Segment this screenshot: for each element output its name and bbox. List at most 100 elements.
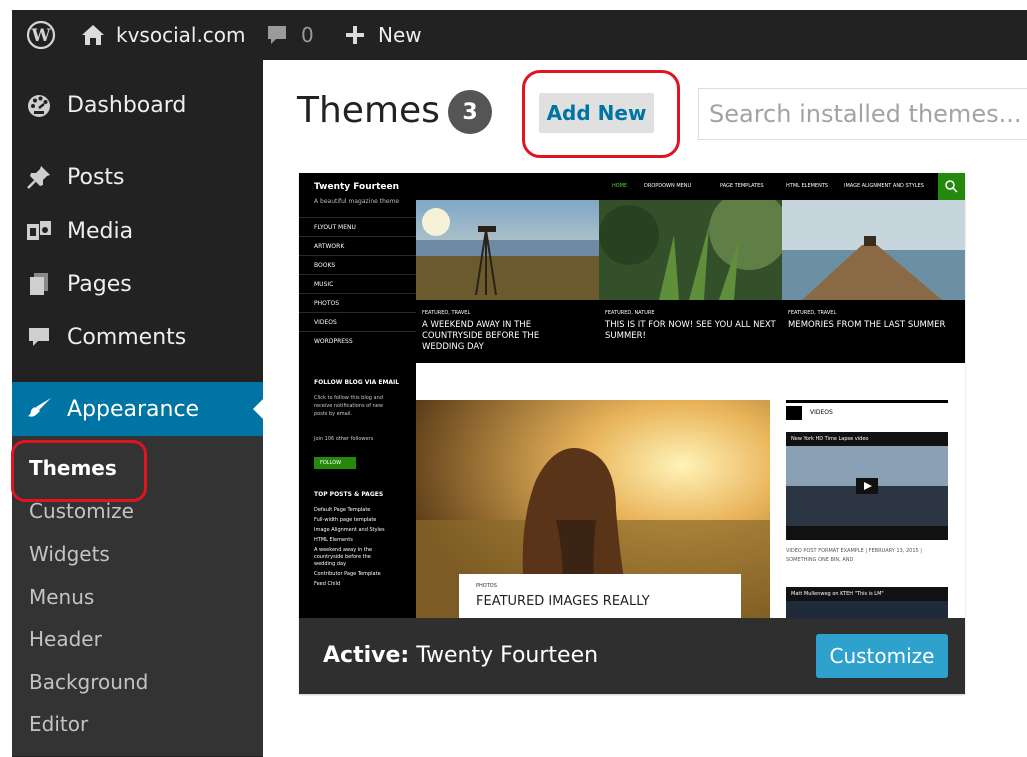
preview-top-post: Full-width page template — [314, 517, 377, 523]
preview-caption-title: WEDDING DAY — [422, 342, 484, 352]
active-theme-name: Twenty Fourteen — [416, 643, 599, 668]
preview-featured-image-pier — [782, 200, 965, 300]
menu-item-posts[interactable]: Posts — [12, 152, 263, 202]
submenu-item-menus[interactable]: Menus — [29, 585, 94, 609]
preview-top-post: countryside before the — [314, 554, 371, 560]
preview-caption-title: SUMMER! — [605, 331, 646, 341]
preview-side-nav-item: PHOTOS — [314, 300, 340, 307]
menu-label-pages: Pages — [67, 271, 132, 297]
preview-nav-divider — [299, 293, 416, 294]
wordpress-logo-icon[interactable]: W — [26, 10, 56, 60]
preview-feature-category: PHOTOS — [476, 583, 497, 589]
preview-videos-label: VIDEOS — [810, 409, 833, 416]
preview-top-post: HTML Elements — [314, 537, 353, 543]
preview-video-meta: VIDEO POST FORMAT EXAMPLE | FEBRUARY 13,… — [786, 548, 922, 554]
active-prefix: Active: — [323, 643, 410, 668]
preview-top-posts-heading: TOP POSTS & PAGES — [314, 491, 384, 498]
preview-follow-text: receive notifications of new — [314, 403, 383, 409]
submenu-item-themes[interactable]: Themes — [29, 456, 117, 480]
preview-feature-card: PHOTOS FEATURED IMAGES REALLY — [459, 574, 741, 618]
menu-item-pages[interactable]: Pages — [12, 259, 263, 309]
preview-caption-category: FEATURED, TRAVEL — [788, 310, 837, 316]
submenu-item-background[interactable]: Background — [29, 670, 148, 694]
pushpin-icon — [24, 162, 54, 192]
menu-item-media[interactable]: Media — [12, 206, 263, 256]
preview-nav-divider — [299, 331, 416, 332]
new-label: New — [378, 23, 422, 47]
media-icon — [24, 216, 54, 246]
theme-screenshot[interactable]: Twenty Fourteen A beautiful magazine the… — [299, 173, 965, 618]
preview-follow-text: Click to follow this blog and — [314, 395, 383, 401]
preview-top-nav-item: HOME — [612, 183, 628, 189]
preview-videos-heading: VIDEOS — [786, 400, 948, 424]
svg-text:W: W — [30, 26, 51, 46]
preview-side-nav-item: VIDEOS — [314, 319, 337, 326]
preview-nav-divider — [299, 255, 416, 256]
preview-caption-title: COUNTRYSIDE BEFORE THE — [422, 331, 540, 341]
admin-bar: W kvsocial.com 0 New — [12, 10, 1027, 60]
preview-side-nav-item: ARTWORK — [314, 243, 345, 250]
page-title: Themes — [297, 90, 440, 131]
dashboard-gauge-icon — [24, 90, 54, 120]
submenu-item-widgets[interactable]: Widgets — [29, 542, 110, 566]
site-link[interactable]: kvsocial.com — [80, 10, 246, 60]
preview-caption-title: A WEEKEND AWAY IN THE — [422, 320, 532, 330]
preview-caption-title: MEMORIES FROM THE LAST SUMMER — [788, 320, 946, 330]
comments-count: 0 — [301, 23, 314, 47]
admin-sidebar: Dashboard Posts Media Pages Comments App… — [12, 60, 263, 757]
theme-count-badge: 3 — [448, 90, 492, 134]
preview-feature-title: FEATURED IMAGES REALLY — [476, 594, 650, 609]
customize-button[interactable]: Customize — [816, 634, 948, 678]
preview-followers: Join 106 other followers — [314, 436, 374, 442]
preview-top-nav: HOME DROPDOWN MENU PAGE TEMPLATES HTML E… — [416, 173, 965, 200]
paintbrush-icon — [24, 394, 54, 424]
preview-top-post: wedding day — [314, 561, 347, 567]
preview-nav-divider — [299, 312, 416, 313]
preview-top-post: Image Alignment and Styles — [314, 527, 385, 533]
menu-item-dashboard[interactable]: Dashboard — [12, 80, 263, 130]
preview-side-nav-item: FLYOUT MENU — [314, 224, 356, 231]
preview-site-title: Twenty Fourteen — [314, 182, 400, 192]
menu-item-comments[interactable]: Comments — [12, 312, 263, 362]
menu-label-media: Media — [67, 218, 134, 244]
comment-bubble-icon — [24, 322, 54, 352]
menu-item-appearance[interactable]: Appearance — [12, 382, 263, 436]
pages-icon — [24, 269, 54, 299]
active-theme-label: Active: Twenty Fourteen — [323, 643, 598, 668]
submenu-item-customize[interactable]: Customize — [29, 499, 134, 523]
menu-label-comments: Comments — [67, 324, 187, 350]
preview-nav-divider — [299, 217, 416, 218]
preview-side-nav-item: MUSIC — [314, 281, 334, 288]
preview-top-post: Contributor Page Template — [314, 571, 381, 577]
new-content-link[interactable]: New — [344, 10, 422, 60]
plus-icon — [344, 24, 366, 46]
preview-nav-divider — [299, 274, 416, 275]
preview-follow-label: FOLLOW — [320, 460, 342, 466]
appearance-submenu: Themes Customize Widgets Menus Header Ba… — [12, 436, 263, 756]
comment-bubble-icon — [265, 23, 289, 47]
preview-video-meta: SOMETHING ONE BIN, AND — [786, 557, 854, 563]
preview-top-post: Feed Child — [314, 581, 341, 587]
preview-side-nav-item: BOOKS — [314, 262, 336, 269]
comments-link[interactable]: 0 — [265, 10, 314, 60]
preview-top-post: Default Page Template — [314, 507, 371, 513]
current-menu-arrow — [253, 399, 263, 419]
video-icon — [786, 406, 802, 420]
menu-label-dashboard: Dashboard — [67, 92, 187, 118]
add-new-button[interactable]: Add New — [539, 93, 654, 133]
menu-label-posts: Posts — [67, 164, 125, 190]
submenu-item-header[interactable]: Header — [29, 627, 102, 651]
preview-video-title: New York HD Time Lapse video — [791, 436, 869, 442]
preview-caption-category: FEATURED, TRAVEL — [422, 310, 471, 316]
preview-search-icon — [938, 173, 965, 200]
preview-top-nav-item: HTML ELEMENTS — [786, 183, 829, 189]
main-content: Themes 3 Add New Twenty Fourteen A beaut… — [263, 60, 1027, 757]
search-input[interactable] — [698, 88, 1027, 140]
site-name: kvsocial.com — [116, 23, 246, 47]
preview-tagline: A beautiful magazine theme — [314, 198, 400, 205]
preview-featured-image-grass — [599, 190, 789, 300]
theme-card[interactable]: Twenty Fourteen A beautiful magazine the… — [299, 173, 965, 694]
preview-captions: FEATURED, TRAVEL A WEEKEND AWAY IN THE C… — [416, 300, 965, 363]
submenu-item-editor[interactable]: Editor — [29, 712, 88, 736]
preview-follow-heading: FOLLOW BLOG VIA EMAIL — [314, 379, 400, 386]
